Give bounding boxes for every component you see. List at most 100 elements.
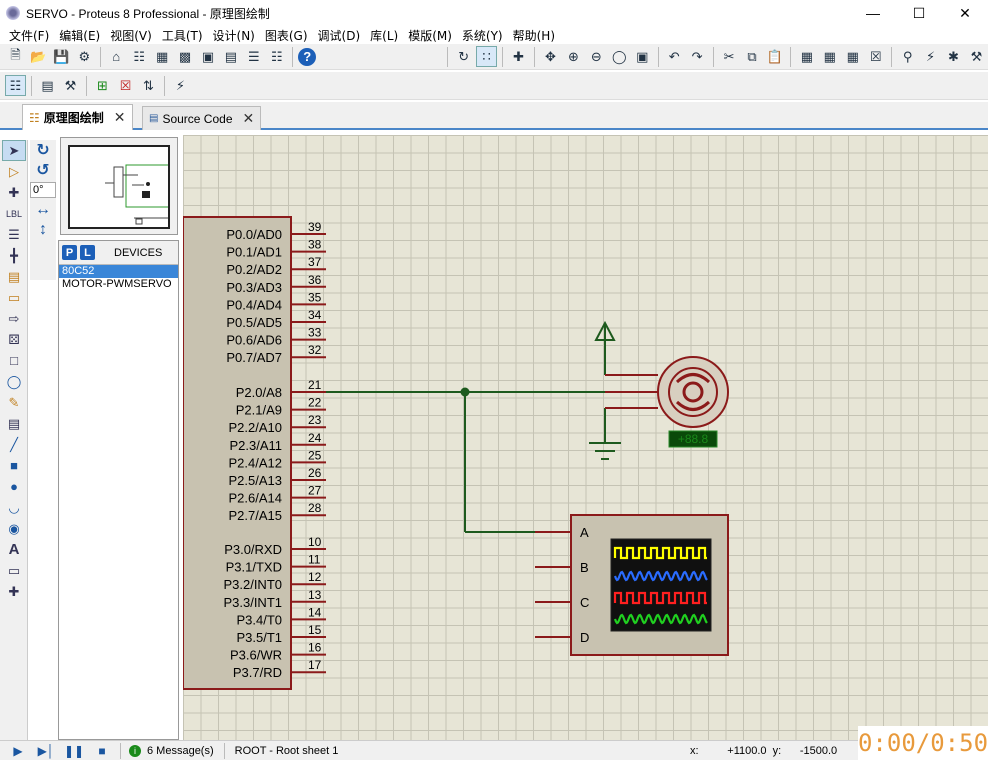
property-tool-icon[interactable]: ✱ [943, 46, 964, 67]
tools-icon[interactable]: ⚒ [60, 75, 81, 96]
step-icon[interactable]: ▶│ [36, 743, 56, 759]
rotation-angle-field[interactable]: 0° [30, 182, 56, 198]
block-delete-icon[interactable]: ☒ [865, 46, 886, 67]
zoom-out-icon[interactable]: ⊖ [586, 46, 607, 67]
block-rotate-icon[interactable]: ▦ [842, 46, 863, 67]
servo-motor[interactable] [657, 356, 729, 428]
ground-terminal[interactable] [589, 442, 621, 460]
stop-icon[interactable]: ■ [92, 743, 112, 759]
graph-mode-icon[interactable]: ⚄ [2, 329, 26, 350]
instrument-mode-icon[interactable]: ▤ [2, 413, 26, 434]
play-icon[interactable]: ▶ [8, 743, 28, 759]
menu-file[interactable]: 文件(F) [4, 27, 54, 44]
rotate-ccw-icon[interactable]: ↺ [30, 160, 56, 180]
bom-icon[interactable]: ▤ [220, 46, 241, 67]
close-button[interactable]: ✕ [942, 0, 988, 26]
overview-window[interactable] [60, 137, 178, 235]
grid-icon[interactable]: ∷ [476, 46, 498, 67]
menu-tools[interactable]: 工具(T) [157, 27, 208, 44]
block-move-icon[interactable]: ▦ [819, 46, 840, 67]
probe-mode-icon[interactable]: ✎ [2, 392, 26, 413]
pause-icon[interactable]: ❚❚ [64, 743, 84, 759]
device-item[interactable]: MOTOR-PWMSERVO [59, 278, 178, 291]
import-icon[interactable]: ⚙ [74, 46, 95, 67]
minimize-button[interactable]: — [850, 0, 896, 26]
new-file-icon[interactable]: 🗎 [5, 46, 26, 67]
delete-sheet-icon[interactable]: ☒ [115, 75, 136, 96]
menu-debug[interactable]: 调试(D) [313, 27, 366, 44]
component-mode-icon[interactable]: ▷ [2, 161, 26, 182]
mirror-vertical-icon[interactable]: ↕ [30, 220, 56, 240]
power-terminal[interactable] [594, 320, 616, 341]
netlist-icon[interactable]: ⚡ [170, 75, 191, 96]
device-item[interactable]: 80C52 [59, 265, 178, 278]
pcb-icon[interactable]: ▦ [152, 46, 173, 67]
3d-icon[interactable]: ▩ [175, 46, 196, 67]
arc-tool-icon[interactable]: ◡ [2, 497, 26, 518]
save-icon[interactable]: 💾 [51, 46, 72, 67]
zoom-all-icon[interactable]: ◯ [609, 46, 630, 67]
maximize-button[interactable]: ☐ [896, 0, 942, 26]
recorder-mode-icon[interactable]: □ [2, 350, 26, 371]
overview-canvas[interactable] [68, 145, 171, 229]
menu-help[interactable]: 帮助(H) [508, 27, 560, 44]
zoom-area-icon[interactable]: ▣ [632, 46, 653, 67]
line-tool-icon[interactable]: ╱ [2, 434, 26, 455]
message-count[interactable]: 6 Message(s) [147, 745, 214, 757]
block-copy-icon[interactable]: ▦ [796, 46, 817, 67]
symbol-tool-icon[interactable]: ▭ [2, 560, 26, 581]
pick-devices-button[interactable]: P [62, 245, 77, 260]
tab-source-code-close-icon[interactable]: ✕ [243, 110, 255, 127]
gerber-icon[interactable]: ▣ [198, 46, 219, 67]
bus-mode-icon[interactable]: ╋ [2, 245, 26, 266]
sheet-nav-icon[interactable]: ⇅ [138, 75, 159, 96]
marker-tool-icon[interactable]: ✚ [2, 581, 26, 602]
menu-view[interactable]: 视图(V) [105, 27, 157, 44]
undo-icon[interactable]: ↶ [664, 46, 685, 67]
subcircuit-mode-icon[interactable]: ▤ [2, 266, 26, 287]
device-pins-mode-icon[interactable]: ⇨ [2, 308, 26, 329]
copy-icon[interactable]: ⧉ [742, 46, 763, 67]
redo-icon[interactable]: ↷ [687, 46, 708, 67]
wire-label-mode-icon[interactable]: LBL [2, 203, 26, 224]
menu-library[interactable]: 库(L) [365, 27, 403, 44]
origin-icon[interactable]: ✚ [508, 46, 529, 67]
schematic-canvas[interactable]: P0.0/AD0 39 P0.1/AD1 38 P0.2/AD2 37 P0.3/AD3 36… [183, 135, 988, 740]
open-file-icon[interactable]: 📂 [28, 46, 49, 67]
menu-edit[interactable]: 编辑(E) [54, 27, 105, 44]
paste-icon[interactable]: 📋 [764, 46, 785, 67]
component-icon[interactable]: ▤ [37, 75, 58, 96]
refresh-icon[interactable]: ↻ [453, 46, 474, 67]
text-script-mode-icon[interactable]: ☰ [2, 224, 26, 245]
tab-schematic[interactable]: ☷ 原理图绘制 ✕ [22, 104, 133, 130]
wire-autoroute-icon[interactable]: ⚡ [920, 46, 941, 67]
box-tool-icon[interactable]: ■ [2, 455, 26, 476]
notes-icon[interactable]: ☷ [266, 46, 287, 67]
tool-icon[interactable]: ⚒ [966, 46, 987, 67]
junction-mode-icon[interactable]: ✚ [2, 182, 26, 203]
library-manager-button[interactable]: L [80, 245, 95, 260]
schematic-icon[interactable]: ☷ [129, 46, 150, 67]
schematic-mode-icon[interactable]: ☷ [5, 75, 26, 96]
cut-icon[interactable]: ✂ [719, 46, 740, 67]
path-tool-icon[interactable]: ◉ [2, 518, 26, 539]
pan-icon[interactable]: ✥ [540, 46, 561, 67]
zoom-in-icon[interactable]: ⊕ [563, 46, 584, 67]
mirror-horizontal-icon[interactable]: ↔ [30, 200, 56, 220]
text-tool-icon[interactable]: A [2, 539, 26, 560]
oscilloscope[interactable] [570, 514, 729, 656]
home-icon[interactable]: ⌂ [106, 46, 127, 67]
help-icon[interactable]: ? [298, 47, 317, 66]
menu-design[interactable]: 设计(N) [208, 27, 260, 44]
selection-mode-icon[interactable]: ➤ [2, 140, 26, 161]
circle-tool-icon[interactable]: ● [2, 476, 26, 497]
new-sheet-icon[interactable]: ⊞ [92, 75, 113, 96]
generator-mode-icon[interactable]: ◯ [2, 371, 26, 392]
rotate-cw-icon[interactable]: ↻ [30, 140, 56, 160]
search-icon[interactable]: ⚲ [897, 46, 918, 67]
code-icon[interactable]: ☰ [243, 46, 264, 67]
terminals-mode-icon[interactable]: ▭ [2, 287, 26, 308]
tab-schematic-close-icon[interactable]: ✕ [114, 109, 126, 126]
tab-source-code[interactable]: ▤ Source Code ✕ [142, 106, 262, 130]
menu-system[interactable]: 系统(Y) [457, 27, 508, 44]
